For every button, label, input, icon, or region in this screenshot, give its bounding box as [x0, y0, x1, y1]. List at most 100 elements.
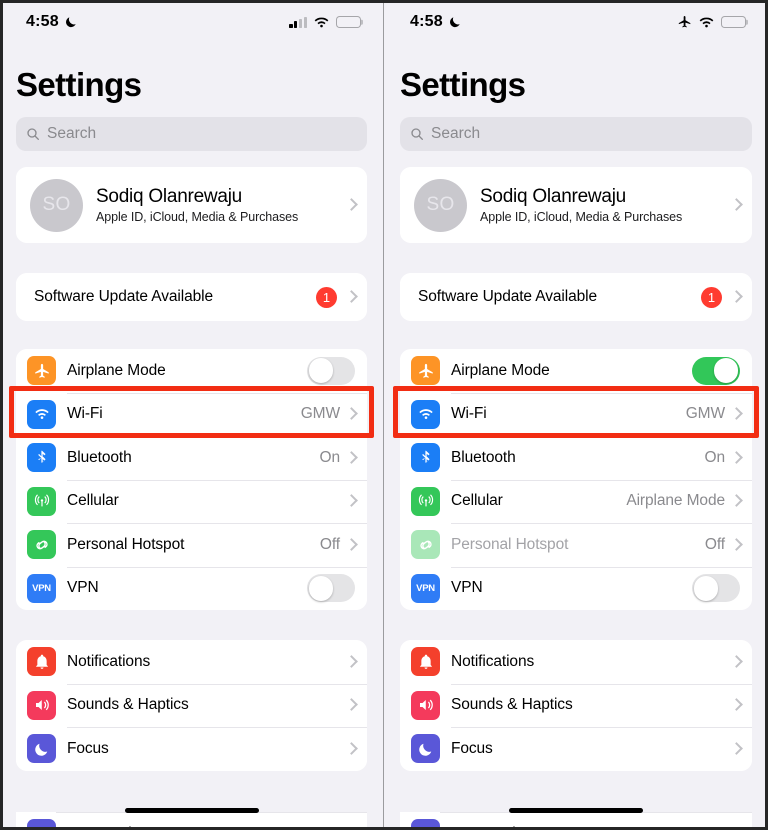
vpn-toggle[interactable]	[307, 574, 355, 603]
apple-id-subtitle: Apple ID, iCloud, Media & Purchases	[96, 210, 299, 224]
software-update-group: Software Update Available 1	[400, 273, 752, 321]
settings-row-sounds-haptics[interactable]: Sounds & Haptics	[400, 683, 752, 727]
settings-row-sounds-haptics[interactable]: Sounds & Haptics	[16, 683, 367, 727]
apple-id-name: Sodiq Olanrewaju	[480, 186, 626, 207]
bell-icon	[27, 647, 56, 677]
home-indicator	[124, 807, 259, 813]
status-time-wrap: 4:58	[410, 13, 462, 31]
row-label: Bluetooth	[67, 448, 132, 466]
row-label: Bluetooth	[451, 448, 516, 466]
do-not-disturb-moon-icon	[448, 15, 462, 29]
row-value: GMW	[685, 405, 725, 423]
search-field[interactable]: Search	[16, 117, 367, 151]
status-airplane-mode-icon	[676, 14, 692, 30]
apple-id-row[interactable]: SO Sodiq Olanrewaju Apple ID, iCloud, Medi…	[16, 167, 367, 243]
vpn-toggle[interactable]	[692, 574, 740, 603]
settings-row-notifications[interactable]: Notifications	[400, 640, 752, 684]
avatar: SO	[414, 178, 467, 232]
settings-row-personal-hotspot[interactable]: Personal Hotspot Off	[16, 523, 367, 567]
notifications-group: Notifications Sounds & Haptics Focus	[400, 640, 752, 771]
row-label: Wi-Fi	[67, 405, 103, 423]
do-not-disturb-moon-icon	[64, 15, 78, 29]
status-badge: 1	[316, 286, 337, 308]
settings-row-vpn[interactable]: VPN VPN	[400, 566, 752, 610]
status-badge: 1	[701, 286, 722, 308]
wifi-icon	[411, 399, 440, 429]
settings-row-screen-time-partial[interactable]: Screen Time	[400, 812, 752, 830]
toggle-knob	[693, 575, 719, 601]
row-label: Screen Time	[451, 825, 740, 830]
apple-id-row[interactable]: SO Sodiq Olanrewaju Apple ID, iCloud, Medi…	[400, 167, 752, 243]
row-label: VPN	[67, 579, 99, 597]
chevron-right-icon	[732, 451, 740, 464]
settings-row-wi-fi[interactable]: Wi-Fi GMW	[400, 392, 752, 436]
personal-hotspot-icon	[27, 530, 56, 560]
row-value: On	[704, 448, 726, 466]
bell-icon	[411, 647, 440, 677]
row-label: Notifications	[451, 652, 535, 670]
apple-id-group: SO Sodiq Olanrewaju Apple ID, iCloud, Medi…	[400, 167, 752, 243]
chevron-right-icon	[347, 199, 355, 212]
settings-row-focus[interactable]: Focus	[16, 727, 367, 771]
status-bar: 4:58	[0, 0, 383, 44]
bluetooth-icon	[27, 443, 56, 473]
airplane-icon	[411, 356, 440, 386]
toggle-knob	[713, 358, 739, 384]
chevron-right-icon	[347, 291, 355, 304]
row-label: Focus	[451, 739, 493, 757]
settings-row-cellular[interactable]: Cellular	[16, 479, 367, 523]
row-value: Off	[704, 535, 725, 553]
chevron-right-icon	[732, 742, 740, 755]
settings-row-bluetooth[interactable]: Bluetooth On	[400, 436, 752, 480]
search-field[interactable]: Search	[400, 117, 752, 151]
settings-row-airplane-mode[interactable]: Airplane Mode	[16, 349, 367, 393]
settings-row-screen-time-partial[interactable]: Screen Time	[16, 812, 367, 830]
settings-row-focus[interactable]: Focus	[400, 727, 752, 771]
settings-row-personal-hotspot[interactable]: Personal Hotspot Off	[400, 523, 752, 567]
search-placeholder: Search	[47, 125, 97, 142]
status-cellular-signal-icon	[289, 16, 307, 28]
home-indicator	[509, 807, 643, 813]
speaker-icon	[411, 690, 440, 720]
airplane-mode-toggle[interactable]	[692, 356, 740, 385]
settings-row-airplane-mode[interactable]: Airplane Mode	[400, 349, 752, 393]
page-title: Settings	[16, 66, 142, 103]
apple-id-text: Sodiq Olanrewaju Apple ID, iCloud, Media …	[480, 186, 732, 224]
apple-id-group: SO Sodiq Olanrewaju Apple ID, iCloud, Medi…	[16, 167, 367, 243]
software-update-row[interactable]: Software Update Available 1	[400, 273, 752, 321]
airplane-mode-toggle[interactable]	[307, 356, 355, 385]
status-bar: 4:58	[384, 0, 768, 44]
chevron-right-icon	[732, 655, 740, 668]
row-label: VPN	[451, 579, 483, 597]
settings-row-wi-fi[interactable]: Wi-Fi GMW	[16, 392, 367, 436]
apple-id-subtitle: Apple ID, iCloud, Media & Purchases	[480, 210, 683, 224]
cellular-icon	[27, 486, 56, 516]
row-label: Airplane Mode	[451, 361, 550, 379]
status-time-wrap: 4:58	[26, 13, 78, 31]
settings-row-vpn[interactable]: VPN VPN	[16, 566, 367, 610]
row-label: Wi-Fi	[451, 405, 487, 423]
settings-row-notifications[interactable]: Notifications	[16, 640, 367, 684]
chevron-right-icon	[347, 495, 355, 508]
screen-time-icon	[411, 819, 440, 830]
dual-screenshot-root: 4:58 Settings Search SO Sodiq Olanrewaju Appl…	[0, 0, 768, 830]
chevron-right-icon	[347, 408, 355, 421]
chevron-right-icon	[732, 408, 740, 421]
moon-icon	[411, 734, 440, 764]
vpn-icon: VPN	[27, 573, 56, 603]
settings-row-bluetooth[interactable]: Bluetooth On	[16, 436, 367, 480]
airplane-icon	[27, 356, 56, 386]
toggle-knob	[308, 575, 334, 601]
avatar: SO	[30, 178, 83, 232]
status-clock: 4:58	[410, 13, 443, 30]
settings-row-cellular[interactable]: Cellular Airplane Mode	[400, 479, 752, 523]
chevron-right-icon	[347, 538, 355, 551]
chevron-right-icon	[347, 699, 355, 712]
toggle-knob	[308, 358, 334, 384]
phone-screen-left: 4:58 Settings Search SO Sodiq Olanrewaju Appl…	[0, 0, 384, 830]
connectivity-group: Airplane Mode Wi-Fi GMW Bluetooth On Cellular…	[400, 349, 752, 610]
personal-hotspot-icon	[411, 530, 440, 560]
software-update-group: Software Update Available 1	[16, 273, 367, 321]
software-update-row[interactable]: Software Update Available 1	[16, 273, 367, 321]
row-label: Personal Hotspot	[451, 535, 569, 553]
